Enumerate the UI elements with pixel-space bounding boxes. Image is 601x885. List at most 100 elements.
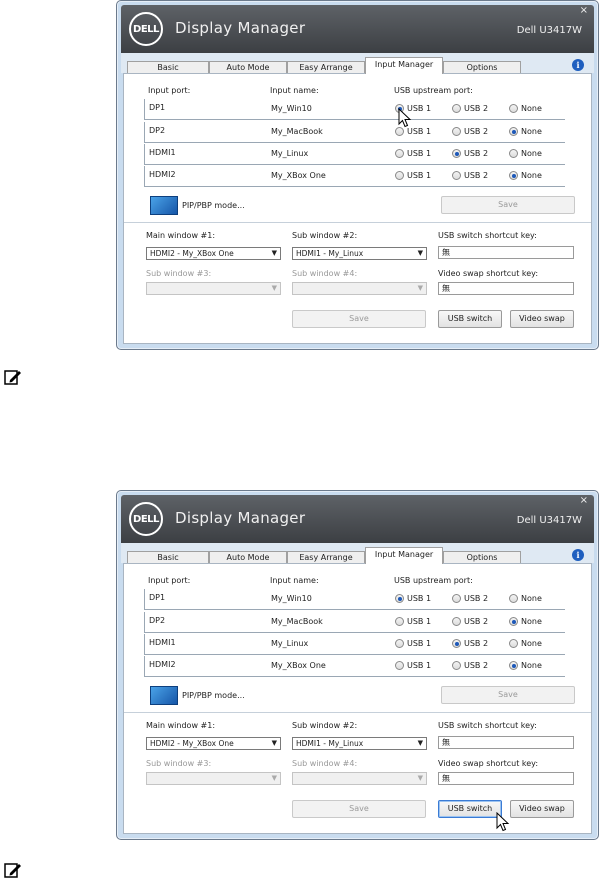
none-radio[interactable]: None [509, 127, 542, 136]
usb2-radio[interactable]: USB 2 [452, 171, 488, 180]
save-button-top[interactable]: Save [441, 686, 575, 704]
usb1-radio[interactable]: USB 1 [395, 617, 431, 626]
section-divider [124, 712, 591, 713]
brand-text: DELL [133, 513, 159, 525]
input-name[interactable]: My_Linux [271, 639, 308, 648]
close-icon[interactable]: × [580, 495, 588, 506]
none-radio[interactable]: None [509, 661, 542, 670]
pip-pbp-mode-link[interactable]: PIP/PBP mode... [182, 691, 245, 700]
dropdown-arrow-icon: ▼ [271, 249, 277, 257]
input-name[interactable]: My_Linux [271, 149, 308, 158]
pip-icon[interactable] [150, 196, 178, 215]
dropdown-arrow-icon: ▼ [271, 739, 277, 747]
pip-icon[interactable] [150, 686, 178, 705]
usb1-radio[interactable]: USB 1 [395, 171, 431, 180]
main-window-1-select[interactable]: HDMI2 - My_XBox One ▼ [146, 737, 281, 750]
usb2-radio[interactable]: USB 2 [452, 127, 488, 136]
usb-shortcut-label: USB switch shortcut key: [438, 721, 537, 730]
video-swap-shortcut-field[interactable]: 無 [438, 282, 574, 295]
input-port: DP1 [149, 593, 166, 602]
usb1-radio[interactable]: USB 1 [395, 594, 431, 603]
sub-window-2-select[interactable]: HDMI1 - My_Linux ▼ [292, 247, 427, 260]
usb1-radio[interactable]: USB 1 [395, 639, 431, 648]
sub-window-3-select[interactable]: ▼ [146, 282, 281, 295]
usb2-radio[interactable]: USB 2 [452, 639, 488, 648]
video-swap-button[interactable]: Video swap [510, 310, 574, 328]
title-bar: DELL Display Manager Dell U3417W × [121, 5, 594, 53]
usb2-radio[interactable]: USB 2 [452, 661, 488, 670]
usb2-radio[interactable]: USB 2 [452, 594, 488, 603]
brand-text: DELL [133, 23, 159, 35]
display-manager-window: DELL Display Manager Dell U3417W × Basic… [116, 0, 599, 350]
input-port: HDMI2 [149, 660, 176, 669]
mouse-cursor-icon [496, 812, 510, 832]
input-port: DP2 [149, 616, 166, 625]
usb2-radio[interactable]: USB 2 [452, 104, 488, 113]
tab-input-manager[interactable]: Input Manager [365, 547, 443, 564]
usb2-radio[interactable]: USB 2 [452, 149, 488, 158]
title-bar: DELL Display Manager Dell U3417W × [121, 495, 594, 543]
monitor-model: Dell U3417W [516, 515, 582, 526]
input-name[interactable]: My_MacBook [271, 127, 323, 136]
input-name-header: Input name: [270, 576, 319, 585]
usb-upstream-header: USB upstream port: [394, 576, 473, 585]
info-icon[interactable]: i [572, 59, 584, 71]
input-port: HDMI1 [149, 638, 176, 647]
none-radio[interactable]: None [509, 594, 542, 603]
dropdown-arrow-icon: ▼ [417, 774, 423, 782]
input-row: HDMI2 My_XBox One USB 1 USB 2 None [144, 166, 565, 187]
usb-shortcut-field[interactable]: 無 [438, 246, 574, 259]
sub-window-4-select[interactable]: ▼ [292, 282, 427, 295]
input-name[interactable]: My_XBox One [271, 661, 326, 670]
input-row: DP1 My_Win10 USB 1 USB 2 None [144, 589, 565, 610]
sub-window-3-label: Sub window #3: [146, 269, 212, 278]
input-port: DP1 [149, 103, 166, 112]
video-swap-shortcut-field[interactable]: 無 [438, 772, 574, 785]
save-button-top[interactable]: Save [441, 196, 575, 214]
input-port-header: Input port: [148, 576, 191, 585]
video-swap-button[interactable]: Video swap [510, 800, 574, 818]
tab-bar: Basic Auto Mode Easy Arrange Input Manag… [121, 53, 594, 74]
sub-window-3-select[interactable]: ▼ [146, 772, 281, 785]
input-name[interactable]: My_Win10 [271, 104, 312, 113]
tab-bar: Basic Auto Mode Easy Arrange Input Manag… [121, 543, 594, 564]
usb-switch-button[interactable]: USB switch [438, 310, 502, 328]
usb-upstream-header: USB upstream port: [394, 86, 473, 95]
none-radio[interactable]: None [509, 104, 542, 113]
save-button-bottom[interactable]: Save [292, 310, 426, 328]
dell-logo: DELL [129, 12, 163, 46]
sub-window-3-label: Sub window #3: [146, 759, 212, 768]
info-icon[interactable]: i [572, 549, 584, 561]
input-name[interactable]: My_XBox One [271, 171, 326, 180]
sub-window-2-select[interactable]: HDMI1 - My_Linux ▼ [292, 737, 427, 750]
input-port: DP2 [149, 126, 166, 135]
usb1-radio[interactable]: USB 1 [395, 149, 431, 158]
dropdown-arrow-icon: ▼ [271, 284, 277, 292]
save-button-bottom[interactable]: Save [292, 800, 426, 818]
input-name[interactable]: My_MacBook [271, 617, 323, 626]
sub-window-4-select[interactable]: ▼ [292, 772, 427, 785]
usb1-radio[interactable]: USB 1 [395, 127, 431, 136]
usb1-radio[interactable]: USB 1 [395, 661, 431, 670]
pip-pbp-mode-link[interactable]: PIP/PBP mode... [182, 201, 245, 210]
input-row: HDMI1 My_Linux USB 1 USB 2 None [144, 634, 565, 655]
mouse-cursor-icon [398, 108, 412, 128]
dropdown-arrow-icon: ▼ [417, 284, 423, 292]
none-radio[interactable]: None [509, 171, 542, 180]
main-window-1-label: Main window #1: [146, 721, 216, 730]
input-name[interactable]: My_Win10 [271, 594, 312, 603]
sub-window-4-label: Sub window #4: [292, 269, 358, 278]
close-icon[interactable]: × [580, 5, 588, 16]
input-manager-panel: Input port: Input name: USB upstream por… [123, 73, 592, 344]
display-manager-window: DELL Display Manager Dell U3417W × Basic… [116, 490, 599, 840]
none-radio[interactable]: None [509, 617, 542, 626]
tab-input-manager[interactable]: Input Manager [365, 57, 443, 74]
usb2-radio[interactable]: USB 2 [452, 617, 488, 626]
none-radio[interactable]: None [509, 639, 542, 648]
app-title: Display Manager [175, 509, 306, 527]
usb-switch-button[interactable]: USB switch [438, 800, 502, 818]
main-window-1-select[interactable]: HDMI2 - My_XBox One ▼ [146, 247, 281, 260]
usb-shortcut-field[interactable]: 無 [438, 736, 574, 749]
section-divider [124, 222, 591, 223]
none-radio[interactable]: None [509, 149, 542, 158]
